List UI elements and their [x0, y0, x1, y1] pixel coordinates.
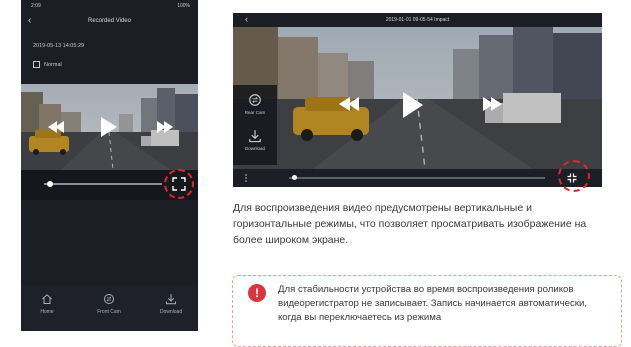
recording-mode: Normal — [33, 61, 62, 68]
download-icon — [249, 130, 261, 143]
landscape-video-frame — [233, 27, 602, 169]
landscape-title-bar: ‹ 2019-01-01 09-05-54 Impact — [233, 13, 602, 27]
nav-download[interactable]: Download — [146, 293, 196, 315]
note-text: Для стабильности устройства во время вос… — [278, 284, 587, 323]
rear-cam-label: Rear Cam — [244, 110, 266, 115]
note-box: ! Для стабильности устройства во время в… — [232, 275, 622, 347]
home-icon — [42, 294, 52, 304]
recording-mode-label: Normal — [44, 61, 62, 68]
phone-portrait-screen: 2:09 100% ‹ Recorded Video 2019-05-13 14… — [21, 0, 198, 331]
video-frame — [21, 84, 198, 170]
menu-list-icon[interactable] — [243, 174, 249, 182]
seek-knob[interactable] — [291, 175, 297, 180]
seek-bar-area — [21, 169, 198, 200]
landscape-video-player[interactable] — [233, 27, 602, 169]
warning-icon: ! — [248, 284, 266, 302]
nav-home[interactable]: Home — [22, 293, 72, 315]
seek-track[interactable] — [289, 177, 545, 179]
title-bar: ‹ Recorded Video — [21, 12, 198, 32]
nav-front-cam-label: Front Cam — [97, 309, 121, 315]
video-timestamp: 2019-05-13 14:05:29 — [33, 43, 85, 49]
download-icon — [166, 294, 176, 305]
phone-landscape-screen: ‹ 2019-01-01 09-05-54 Impact Rear Cam Do… — [233, 13, 602, 187]
landscape-side-menu: Rear Cam Download — [233, 85, 277, 165]
download-button[interactable]: Download — [233, 129, 277, 151]
landscape-seek-bar-area — [233, 169, 602, 187]
nav-home-label: Home — [40, 309, 54, 315]
seek-knob[interactable] — [46, 181, 53, 187]
page-title: Recorded Video — [88, 18, 131, 24]
download-label: Download — [244, 146, 265, 151]
landscape-video-title: 2019-01-01 09-05-54 Impact — [385, 17, 450, 23]
seek-track[interactable] — [44, 183, 162, 185]
status-bar: 2:09 100% — [21, 0, 198, 12]
status-time: 2:09 — [31, 3, 41, 9]
mode-icon — [33, 61, 40, 68]
nav-front-cam[interactable]: Front Cam — [84, 293, 134, 315]
status-battery: 100% — [177, 3, 190, 9]
description-text: Для воспроизведения видео предусмотрены … — [233, 202, 587, 246]
nav-download-label: Download — [159, 309, 183, 315]
highlight-circle — [558, 160, 590, 192]
rear-cam-button[interactable]: Rear Cam — [233, 93, 277, 115]
video-player[interactable] — [21, 84, 198, 170]
camera-switch-icon — [104, 294, 114, 304]
highlight-circle — [164, 169, 194, 199]
camera-switch-icon — [249, 94, 261, 106]
bottom-navigation: Home Front Cam Download — [21, 286, 198, 331]
